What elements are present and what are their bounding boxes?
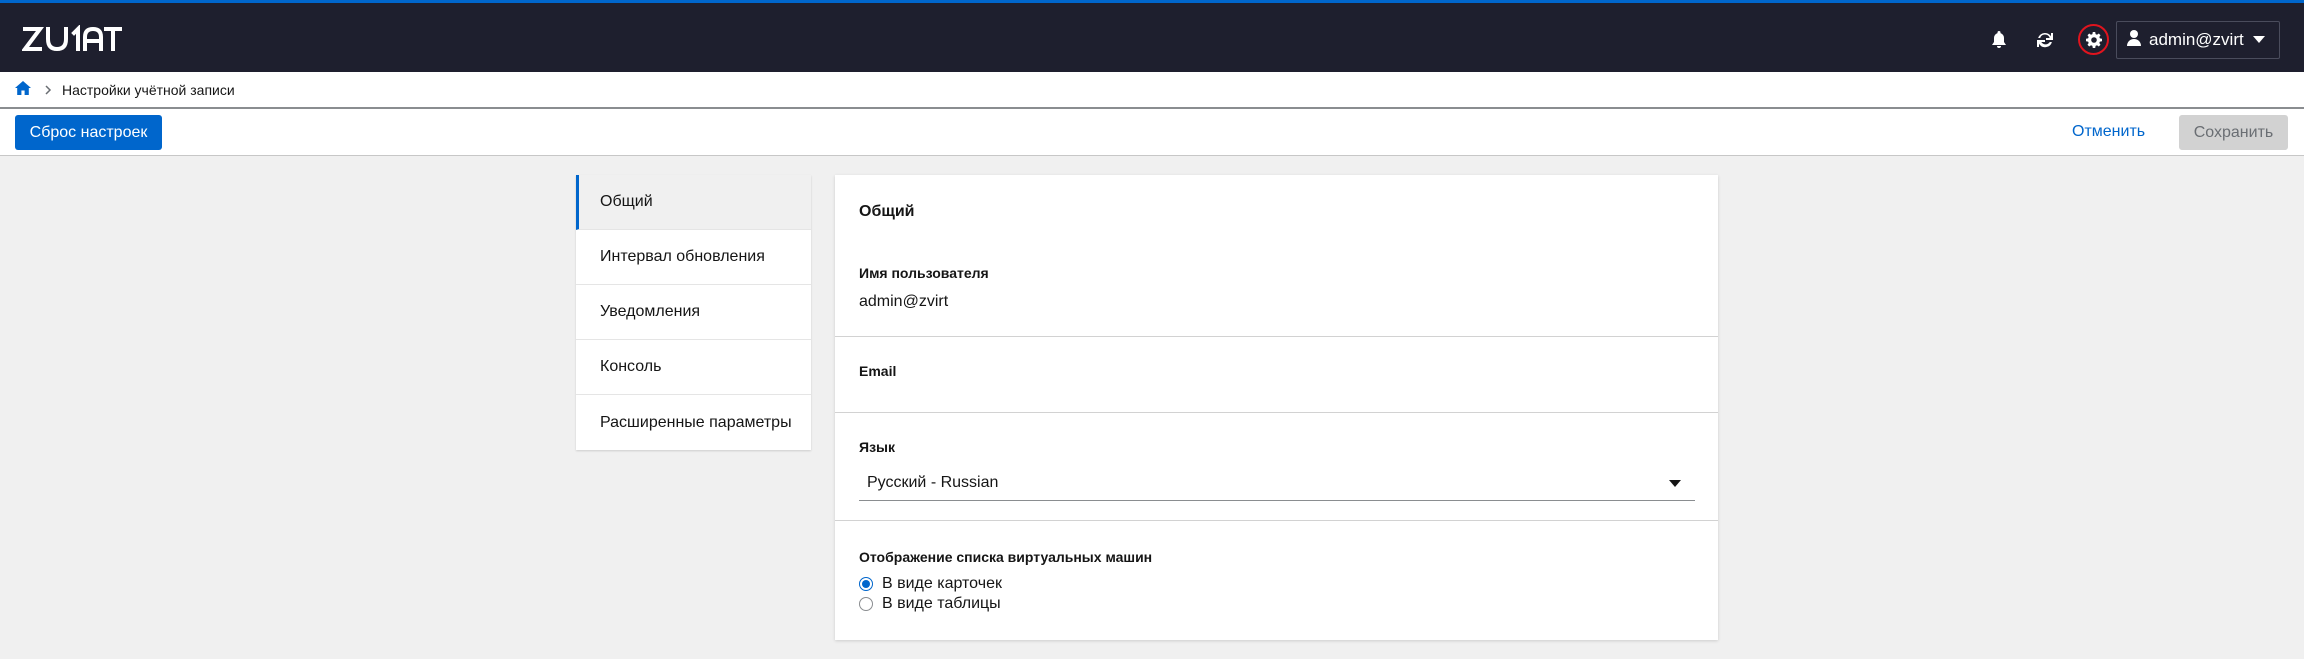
action-toolbar: Сброс настроек Отменить Сохранить [0, 109, 2304, 156]
radio-table-label: В виде таблицы [882, 595, 1001, 612]
settings-sidenav: Общий Интервал обновления Уведомления Ко… [576, 175, 811, 450]
radio-cards[interactable] [859, 577, 873, 591]
sidenav-item-console[interactable]: Консоль [576, 340, 811, 395]
user-menu-toggle[interactable]: admin@zvirt [2116, 21, 2280, 59]
username-label: Имя пользователя [859, 265, 989, 281]
zvirt-logo[interactable] [22, 25, 122, 53]
radio-cards-label: В виде карточек [882, 575, 1002, 592]
bell-icon[interactable] [1986, 27, 2012, 53]
gear-icon[interactable] [2078, 24, 2109, 55]
sidenav-item-general[interactable]: Общий [576, 175, 811, 230]
top-navbar: admin@zvirt [0, 0, 2304, 72]
email-label: Email [859, 363, 897, 379]
vm-view-label: Отображение списка виртуальных машин [859, 549, 1153, 565]
breadcrumb-current: Настройки учётной записи [62, 81, 235, 98]
chevron-right-icon [45, 82, 52, 98]
chevron-down-icon [2253, 36, 2265, 43]
cancel-button[interactable]: Отменить [2072, 123, 2145, 141]
user-icon [2127, 29, 2141, 51]
email-section [835, 337, 1718, 413]
save-button[interactable]: Сохранить [2179, 115, 2288, 150]
username-value: admin@zvirt [859, 293, 949, 310]
radio-table[interactable] [859, 597, 873, 611]
sidenav-item-notifications[interactable]: Уведомления [576, 285, 811, 340]
user-name: admin@zvirt [2149, 30, 2244, 49]
breadcrumb: Настройки учётной записи [0, 72, 2304, 109]
vm-view-option-cards[interactable]: В виде карточек [859, 575, 1002, 593]
home-icon[interactable] [15, 81, 31, 98]
language-select-value: Русский - Russian [867, 474, 999, 491]
username-section [835, 175, 1718, 337]
chevron-down-icon [1669, 480, 1681, 487]
reset-settings-button[interactable]: Сброс настроек [15, 115, 162, 150]
language-select[interactable]: Русский - Russian [859, 466, 1695, 501]
refresh-icon[interactable] [2032, 27, 2058, 53]
sidenav-item-advanced[interactable]: Расширенные параметры [576, 395, 811, 450]
vm-view-option-table[interactable]: В виде таблицы [859, 595, 1001, 613]
language-label: Язык [859, 439, 895, 455]
sidenav-item-refresh-interval[interactable]: Интервал обновления [576, 230, 811, 285]
general-settings-card: Общий Имя пользователя admin@zvirt Email… [835, 175, 1718, 640]
